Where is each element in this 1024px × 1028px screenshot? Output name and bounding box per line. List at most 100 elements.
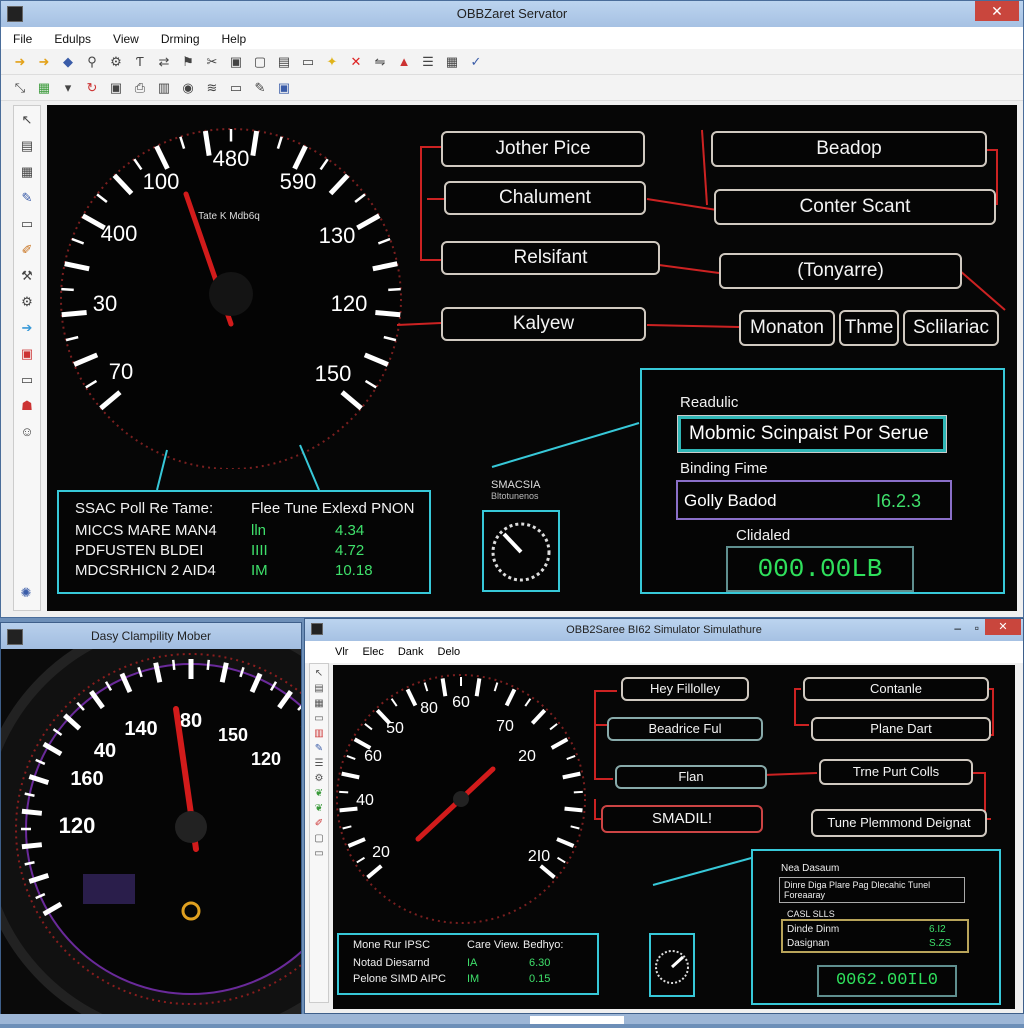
arrow-right-icon[interactable]: ➔ [17, 318, 37, 338]
delete-icon[interactable]: ✕ [347, 54, 365, 70]
cut-icon[interactable]: ✂ [203, 54, 221, 70]
close-button[interactable]: ✕ [975, 1, 1019, 21]
edit-icon[interactable]: ✎ [251, 80, 269, 96]
menu-view[interactable]: View [113, 32, 139, 49]
label-box[interactable]: Chalument [444, 181, 646, 215]
list-icon[interactable]: ☰ [419, 54, 437, 70]
menu-item[interactable]: Delo [438, 646, 461, 663]
stop-icon[interactable]: ▣ [17, 344, 37, 364]
label-box[interactable]: Plane Dart [811, 717, 991, 741]
taskbar-item[interactable] [530, 1016, 624, 1024]
label-box[interactable]: Jother Pice [441, 131, 645, 167]
readout-field[interactable]: Mobmic Scinpaist Por Serue [677, 415, 947, 453]
label-box[interactable]: Monaton [739, 310, 835, 346]
brush-icon[interactable]: ✐ [17, 240, 37, 260]
grid-icon[interactable]: ▦ [443, 54, 461, 70]
wrench-icon[interactable]: ⚒ [17, 266, 37, 286]
forward-icon[interactable]: ➜ [35, 54, 53, 70]
check-icon[interactable]: ✓ [467, 54, 485, 70]
text-icon[interactable]: Ƭ [131, 54, 149, 70]
arrows-icon[interactable]: ⇄ [155, 54, 173, 70]
marker-icon[interactable]: ✐ [315, 818, 323, 829]
face-icon[interactable]: ☺ [17, 422, 37, 442]
maximize-button[interactable]: ▫ [975, 621, 979, 635]
label-box[interactable]: (Tonyarre) [719, 253, 962, 289]
label-box[interactable]: Relsifant [441, 241, 660, 275]
dropdown-icon[interactable]: ▾ [59, 80, 77, 96]
page-icon[interactable]: ▤ [314, 683, 323, 694]
label-box[interactable]: Hey Fillolley [621, 677, 749, 701]
shield-icon[interactable]: ◆ [59, 54, 77, 70]
doc-icon[interactable]: ▭ [299, 54, 317, 70]
star-icon[interactable]: ✦ [323, 54, 341, 70]
close-button[interactable]: ✕ [985, 619, 1021, 635]
arrow-icon[interactable]: ➜ [11, 54, 29, 70]
camera-icon[interactable]: ◉ [179, 80, 197, 96]
label-box[interactable]: SMADIL! [601, 805, 763, 833]
people-icon[interactable]: ☗ [17, 396, 37, 416]
leaf-icon[interactable]: ❦ [315, 788, 323, 799]
keyboard-icon[interactable]: ▭ [17, 370, 37, 390]
menu-help[interactable]: Help [222, 32, 247, 49]
taskbar [0, 1014, 1024, 1024]
label-box[interactable]: Beadop [711, 131, 987, 167]
pointer-icon[interactable]: ↖ [315, 668, 323, 679]
chart-icon[interactable]: ▥ [155, 80, 173, 96]
gear-icon[interactable]: ⚙ [17, 292, 37, 312]
table-icon[interactable]: ▦ [35, 80, 53, 96]
window-icon[interactable]: ▭ [314, 713, 323, 724]
label-box[interactable]: Sclilariac [903, 310, 999, 346]
pencil-icon[interactable]: ✎ [315, 743, 323, 754]
label-box[interactable]: Flan [615, 765, 767, 789]
page-2-icon[interactable]: ▦ [17, 162, 37, 182]
merge-icon[interactable]: ⇋ [371, 54, 389, 70]
window-icon[interactable]: ▢ [251, 54, 269, 70]
chart-icon[interactable]: ▥ [314, 728, 323, 739]
label-box[interactable]: Trne Purt Colls [819, 759, 973, 785]
settings-icon[interactable]: ✺ [17, 585, 35, 601]
menu-driving[interactable]: Drming [161, 32, 200, 49]
link-icon[interactable]: ⚲ [83, 54, 101, 70]
monitor-icon[interactable]: ▣ [227, 54, 245, 70]
folder-icon[interactable]: ▭ [227, 80, 245, 96]
list-icon[interactable]: ☰ [315, 758, 324, 769]
wifi-icon[interactable]: ≋ [203, 80, 221, 96]
window-2-icon[interactable]: ▭ [17, 214, 37, 234]
pin-icon[interactable]: ⚑ [179, 54, 197, 70]
tool-icon[interactable]: ⚙ [107, 54, 125, 70]
binding-field[interactable]: Golly Badod I6.2.3 [676, 480, 952, 520]
refresh-icon[interactable]: ↻ [83, 80, 101, 96]
label-box[interactable]: Kalyew [441, 307, 646, 341]
menu-item[interactable]: Vlr [335, 646, 348, 663]
minimize-button[interactable]: – [954, 621, 961, 635]
label-box[interactable]: Thme [839, 310, 899, 346]
gear-icon[interactable]: ⚙ [315, 773, 324, 784]
leaf-2-icon[interactable]: ❦ [315, 803, 323, 814]
menu-edit[interactable]: Edulps [54, 32, 91, 49]
print-icon[interactable]: ⎙ [131, 80, 149, 96]
menu-item[interactable]: Dank [398, 646, 424, 663]
label-box[interactable]: Contanle [803, 677, 989, 701]
menu-file[interactable]: File [13, 32, 32, 49]
menu-bar: File Edulps View Drming Help [1, 27, 1023, 49]
warning-icon[interactable]: ▲ [395, 54, 413, 70]
panel-desc[interactable]: Dinre Diga Plare Pag Dlecahic Tunel Fore… [779, 877, 965, 903]
gauge-display [83, 874, 135, 904]
pointer-icon[interactable]: ↖ [17, 110, 37, 130]
label-box[interactable]: Tune Plemmond Deignat [811, 809, 987, 837]
copy-icon[interactable]: ▢ [314, 833, 323, 844]
monitor-2-icon[interactable]: ▣ [275, 80, 293, 96]
doc-icon[interactable]: ▭ [314, 848, 323, 859]
label-box[interactable]: Conter Scant [714, 189, 996, 225]
save-icon[interactable]: ▣ [107, 80, 125, 96]
book-icon[interactable]: ▤ [17, 136, 37, 156]
info-row-value: 10.18 [335, 562, 373, 579]
menu-item[interactable]: Elec [362, 646, 383, 663]
grid-icon[interactable]: ▦ [314, 698, 323, 709]
pencil-icon[interactable]: ✎ [17, 188, 37, 208]
label-box[interactable]: Beadrice Ful [607, 717, 763, 741]
page-icon[interactable]: ▤ [275, 54, 293, 70]
info-panel: SSAC Poll Re Tame: Flee Tune Exlexd PNON… [57, 490, 431, 594]
select-icon[interactable]: ⤡ [11, 80, 29, 96]
info-row-unit: IA [467, 957, 478, 969]
